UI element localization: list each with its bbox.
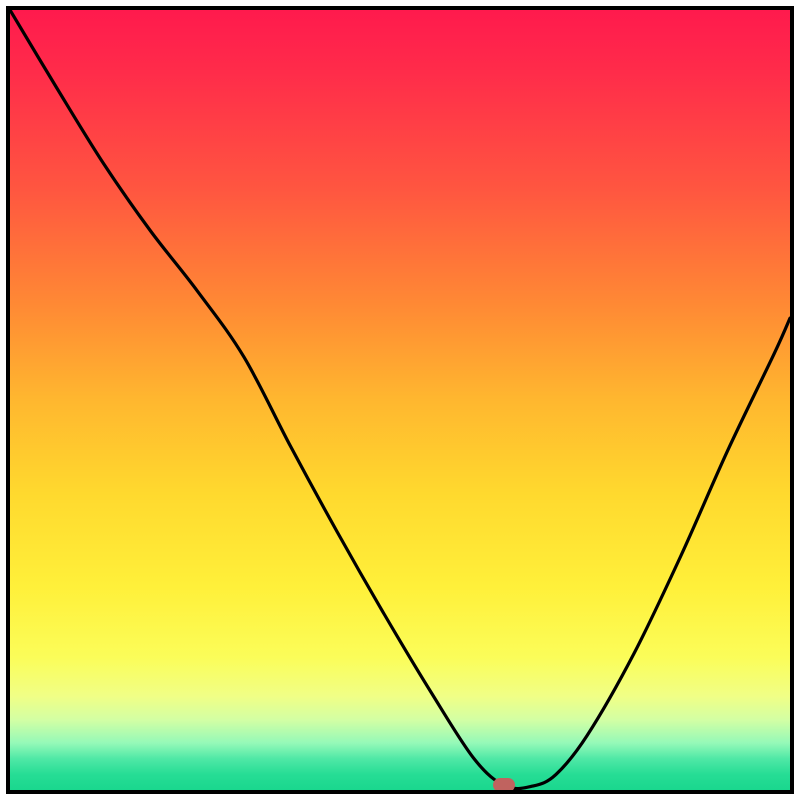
chart-frame xyxy=(6,6,794,794)
chart-curve xyxy=(10,10,790,790)
chart-min-marker xyxy=(493,778,515,792)
